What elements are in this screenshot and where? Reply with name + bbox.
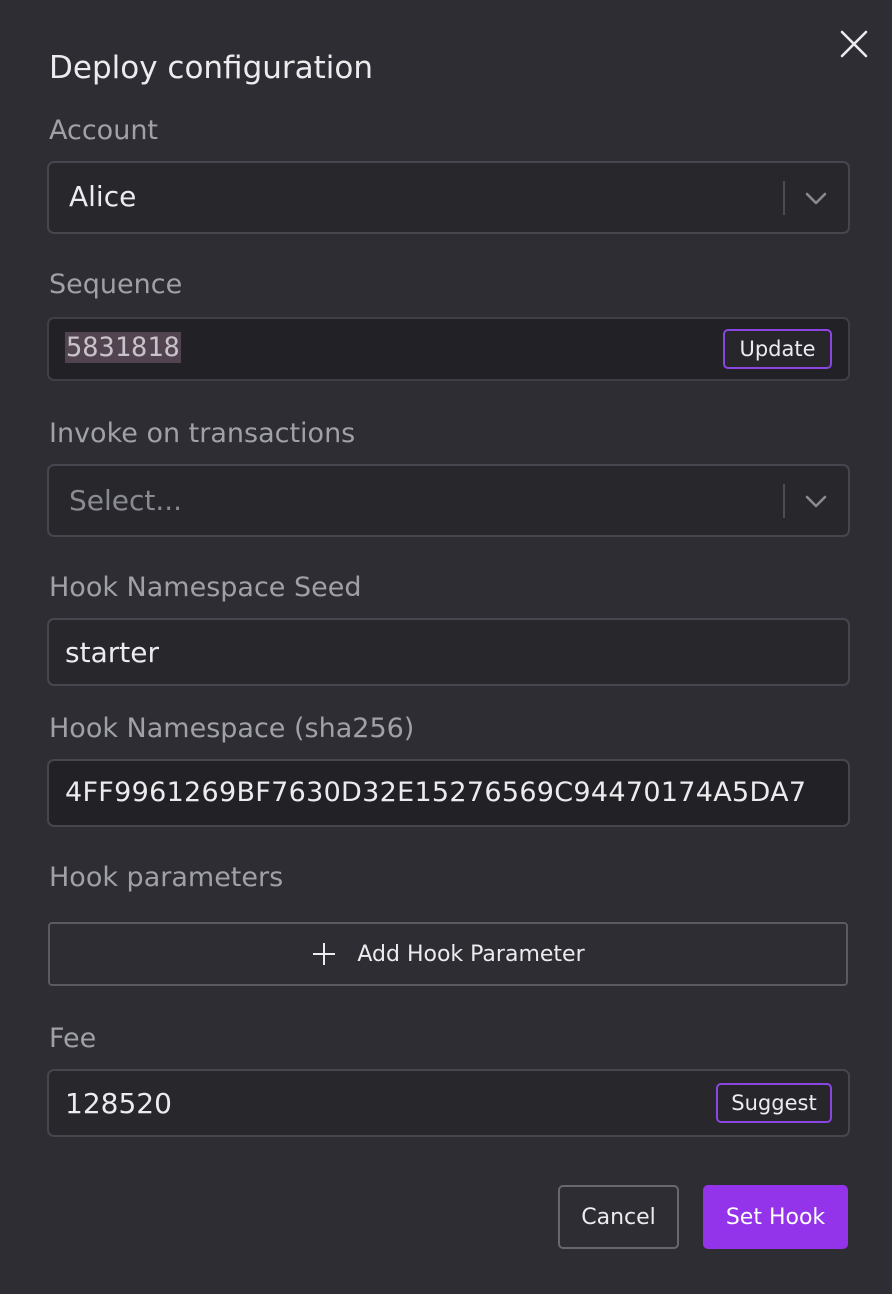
invoke-label: Invoke on transactions <box>49 418 356 449</box>
set-hook-button[interactable]: Set Hook <box>703 1185 848 1249</box>
close-icon <box>840 30 868 58</box>
fee-input[interactable]: 128520 Suggest <box>47 1069 850 1137</box>
namespace-hash-clip: 4FF9961269BF7630D32E15276569C94470174A5D… <box>65 761 843 823</box>
account-select[interactable]: Alice <box>47 161 850 234</box>
hook-parameters-label: Hook parameters <box>49 862 284 893</box>
account-label: Account <box>49 115 159 146</box>
namespace-seed-value: starter <box>65 636 159 669</box>
deploy-configuration-dialog: Deploy configuration Account Alice Seque… <box>0 0 892 1294</box>
plus-icon <box>311 941 337 967</box>
dialog-title: Deploy configuration <box>49 50 374 86</box>
cancel-button[interactable]: Cancel <box>558 1185 679 1249</box>
chevron-down-icon[interactable] <box>801 486 831 516</box>
invoke-select[interactable]: Select... <box>47 464 850 537</box>
update-sequence-button[interactable]: Update <box>723 329 832 369</box>
invoke-select-placeholder: Select... <box>69 484 183 517</box>
sequence-input[interactable]: 5831818 Update <box>47 317 850 381</box>
namespace-hash-value: 4FF9961269BF7630D32E15276569C94470174A5D… <box>65 777 807 808</box>
sequence-label: Sequence <box>49 269 183 300</box>
close-button[interactable] <box>836 26 872 62</box>
fee-label: Fee <box>49 1023 97 1054</box>
sequence-value-wrapper: 5831818 <box>65 332 181 363</box>
fee-value: 128520 <box>65 1087 172 1120</box>
account-selected-value: Alice <box>69 180 137 213</box>
add-hook-parameter-label: Add Hook Parameter <box>357 941 585 967</box>
sequence-value: 5831818 <box>65 332 181 363</box>
suggest-fee-button[interactable]: Suggest <box>716 1083 832 1123</box>
invoke-select-divider <box>783 484 785 518</box>
account-select-divider <box>783 181 785 215</box>
add-hook-parameter-button[interactable]: Add Hook Parameter <box>48 922 848 986</box>
chevron-down-icon[interactable] <box>801 183 831 213</box>
namespace-hash-label: Hook Namespace (sha256) <box>49 713 415 744</box>
namespace-hash-input[interactable]: 4FF9961269BF7630D32E15276569C94470174A5D… <box>47 759 850 827</box>
namespace-seed-label: Hook Namespace Seed <box>49 572 362 603</box>
namespace-seed-input[interactable]: starter <box>47 618 850 686</box>
